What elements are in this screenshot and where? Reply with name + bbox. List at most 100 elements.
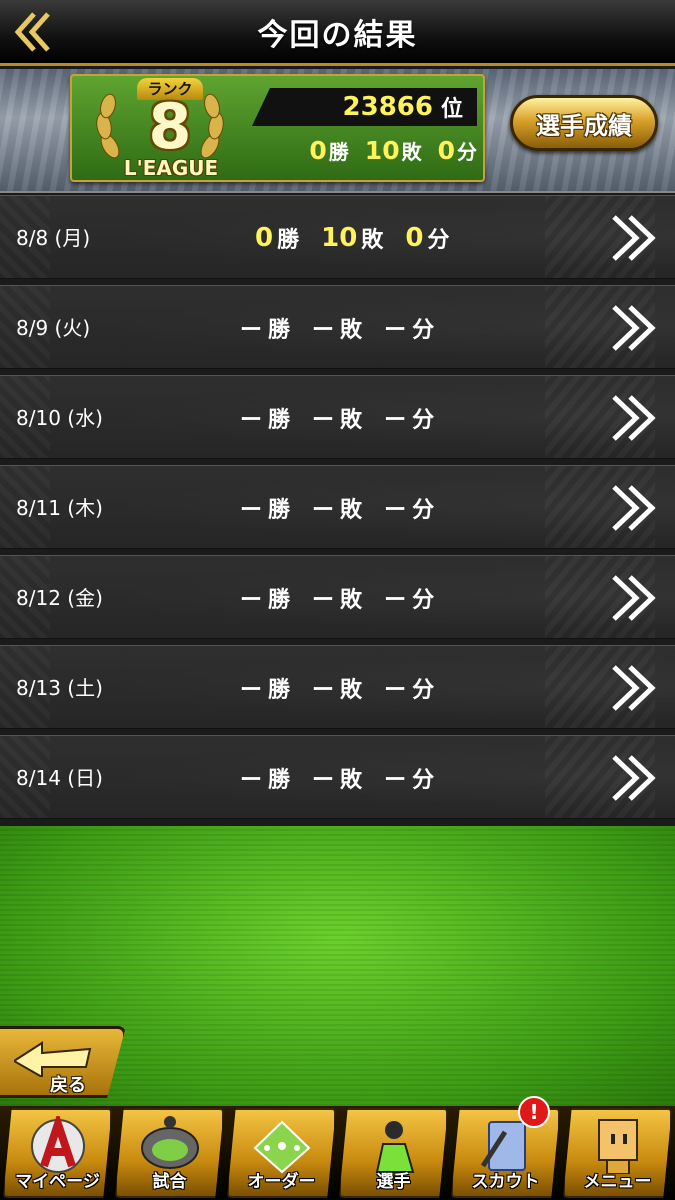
row-record: 0 勝 10 敗 0 分	[255, 196, 450, 278]
nav-item-order-diamond[interactable]: オーダー	[227, 1108, 336, 1198]
row-wins: 0	[255, 223, 274, 253]
nav-label: オーダー	[247, 1172, 316, 1192]
row-date: 8/12 (金)	[16, 586, 103, 610]
row-date: 8/11 (木)	[16, 496, 103, 520]
empty-dash: ー	[240, 678, 263, 703]
row-losses-unit: 敗	[361, 228, 384, 253]
row-date: 8/8 (月)	[16, 226, 91, 250]
nav-label: スカウト	[471, 1172, 540, 1192]
double-chevron-left-icon	[14, 12, 50, 52]
ranking-place: 23866 位	[252, 88, 477, 126]
nav-label: マイページ	[15, 1172, 100, 1192]
bottom-nav: マイページ 試合 オーダー 選手 スカウト メニュー	[0, 1106, 675, 1200]
record-unit: 分	[412, 318, 435, 343]
nav-item-match-field[interactable]: 試合	[115, 1108, 224, 1198]
empty-dash: ー	[312, 318, 335, 343]
double-chevron-right-icon	[612, 755, 656, 801]
row-record: ー勝ー敗ー分	[240, 736, 435, 818]
row-losses: 10	[321, 223, 358, 253]
empty-dash: ー	[384, 588, 407, 613]
double-chevron-right-icon	[612, 665, 656, 711]
result-row[interactable]: 8/13 (土) ー勝ー敗ー分	[0, 645, 675, 729]
nav-label: 選手	[376, 1172, 411, 1192]
player-stats-label: 選手成績	[536, 111, 632, 140]
league-label: L'EAGUE	[123, 156, 219, 180]
record-unit: 勝	[268, 678, 291, 703]
empty-dash: ー	[312, 408, 335, 433]
empty-dash: ー	[384, 678, 407, 703]
page-title: 今回の結果	[257, 17, 418, 53]
empty-dash: ー	[312, 678, 335, 703]
double-chevron-right-icon	[612, 485, 656, 531]
result-row[interactable]: 8/8 (月) 0 勝 10 敗 0 分	[0, 195, 675, 279]
player-stats-button[interactable]: 選手成績	[510, 95, 658, 151]
record-unit: 分	[412, 408, 435, 433]
row-date: 8/9 (火)	[16, 316, 91, 340]
record-unit: 敗	[340, 498, 363, 523]
row-draws: 0	[405, 223, 424, 253]
total-wins: 0	[309, 136, 327, 165]
mypage-a-icon	[30, 1116, 85, 1173]
back-label: 戻る	[50, 1075, 86, 1096]
draws-unit: 分	[457, 140, 477, 164]
empty-dash: ー	[312, 588, 335, 613]
result-row[interactable]: 8/14 (日) ー勝ー敗ー分	[0, 735, 675, 819]
result-row[interactable]: 8/12 (金) ー勝ー敗ー分	[0, 555, 675, 639]
row-record: ー勝ー敗ー分	[240, 556, 435, 638]
row-wins-unit: 勝	[277, 228, 300, 253]
player-icon	[375, 1121, 414, 1173]
record-unit: 分	[412, 588, 435, 613]
back-button[interactable]: 戻る	[0, 1026, 126, 1098]
ranking-unit: 位	[440, 97, 463, 122]
record-unit: 勝	[268, 408, 291, 433]
results-list: 8/8 (月) 0 勝 10 敗 0 分 8/9 (火) ー勝ー敗ー分 8/10 (水) ー勝ー敗ー…	[0, 195, 675, 825]
result-row[interactable]: 8/11 (木) ー勝ー敗ー分	[0, 465, 675, 549]
row-draws-unit: 分	[427, 228, 450, 253]
match-field-icon	[140, 1116, 199, 1169]
empty-dash: ー	[312, 768, 335, 793]
empty-dash: ー	[384, 498, 407, 523]
rank-card: ランク 8 L'EAGUE 23866 位 0 勝 10 敗 0 分	[70, 74, 485, 182]
empty-dash: ー	[384, 318, 407, 343]
total-losses: 10	[364, 136, 400, 165]
rank-emblem: ランク 8 L'EAGUE	[90, 76, 230, 184]
empty-dash: ー	[240, 588, 263, 613]
record-unit: 敗	[340, 588, 363, 613]
empty-dash: ー	[240, 408, 263, 433]
empty-dash: ー	[240, 768, 263, 793]
row-date: 8/10 (水)	[16, 406, 103, 430]
row-date: 8/14 (日)	[16, 766, 103, 790]
empty-dash: ー	[384, 768, 407, 793]
record-unit: 勝	[268, 318, 291, 343]
menu-character-icon	[597, 1119, 638, 1174]
result-row[interactable]: 8/9 (火) ー勝ー敗ー分	[0, 285, 675, 369]
record-unit: 分	[412, 678, 435, 703]
notice-badge: !	[518, 1096, 550, 1128]
header-bar: 今回の結果	[0, 0, 675, 66]
nav-item-mypage-a[interactable]: マイページ	[3, 1108, 112, 1198]
record-unit: 勝	[268, 498, 291, 523]
order-diamond-icon	[253, 1120, 310, 1174]
double-chevron-right-icon	[612, 305, 656, 351]
record-unit: 敗	[340, 678, 363, 703]
row-record: ー勝ー敗ー分	[240, 466, 435, 548]
nav-label: メニュー	[583, 1172, 652, 1192]
result-row[interactable]: 8/10 (水) ー勝ー敗ー分	[0, 375, 675, 459]
empty-dash: ー	[312, 498, 335, 523]
record-unit: 勝	[268, 588, 291, 613]
empty-dash: ー	[240, 498, 263, 523]
record-unit: 分	[412, 498, 435, 523]
record-unit: 勝	[268, 768, 291, 793]
losses-unit: 敗	[401, 140, 422, 164]
total-draws: 0	[437, 136, 455, 165]
empty-dash: ー	[384, 408, 407, 433]
row-date: 8/13 (土)	[16, 676, 103, 700]
nav-label: 試合	[152, 1172, 187, 1192]
nav-item-menu-character[interactable]: メニュー	[563, 1108, 672, 1198]
nav-item-player[interactable]: 選手	[339, 1108, 448, 1198]
double-chevron-right-icon	[612, 575, 656, 621]
empty-dash: ー	[240, 318, 263, 343]
record-unit: 分	[412, 768, 435, 793]
record-unit: 敗	[340, 768, 363, 793]
back-chevron-button[interactable]	[10, 8, 54, 56]
